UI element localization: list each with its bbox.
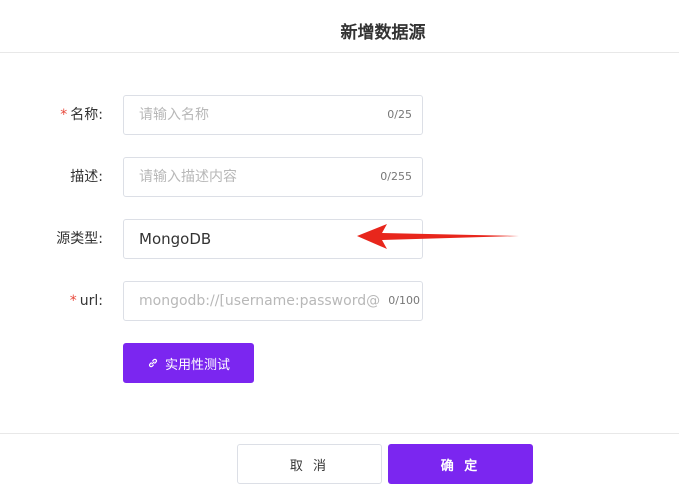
link-icon xyxy=(148,358,158,368)
source-type-label: 源类型: xyxy=(56,231,103,247)
url-input[interactable] xyxy=(139,282,381,320)
form-row-source-type: 源类型: MongoDB xyxy=(0,219,679,259)
description-field[interactable]: 0/255 xyxy=(123,157,423,197)
form-row-url: *url: 0/100 xyxy=(0,281,679,321)
form-row-description: 描述: 0/255 xyxy=(0,157,679,197)
usability-test-label: 实用性测试 xyxy=(164,357,230,373)
dialog-title: 新增数据源 xyxy=(340,23,426,43)
name-field[interactable]: 0/25 xyxy=(123,95,423,135)
cancel-button[interactable]: 取 消 xyxy=(237,444,382,484)
url-label: * url: xyxy=(69,293,103,309)
annotation-arrow-icon xyxy=(357,224,519,249)
source-type-value: MongoDB xyxy=(139,230,212,248)
name-counter: 0/25 xyxy=(387,108,412,121)
required-mark: * xyxy=(69,293,77,309)
description-label: 描述: xyxy=(70,169,103,185)
name-input[interactable] xyxy=(139,96,379,134)
url-counter: 0/100 xyxy=(388,294,420,307)
form-row-name: *名称: 0/25 xyxy=(0,95,679,135)
url-field[interactable]: 0/100 xyxy=(123,281,423,321)
confirm-button[interactable]: 确 定 xyxy=(388,444,533,484)
name-label: * 名称: xyxy=(60,107,103,123)
required-mark: * xyxy=(60,107,68,123)
description-input[interactable] xyxy=(139,158,369,196)
usability-test-button[interactable]: 实用性测试 xyxy=(123,343,254,383)
dialog-header: 新增数据源 xyxy=(0,0,679,53)
description-counter: 0/255 xyxy=(380,170,412,183)
